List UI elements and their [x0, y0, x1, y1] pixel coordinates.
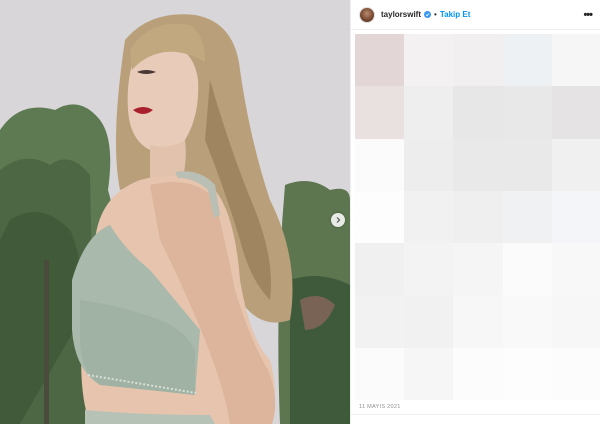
- blur-tile: [502, 347, 552, 400]
- avatar[interactable]: [359, 6, 375, 23]
- blur-tile: [551, 243, 600, 296]
- username-link[interactable]: taylorswift: [381, 10, 421, 19]
- blur-tile: [453, 34, 503, 87]
- blur-tile: [453, 190, 503, 244]
- follow-button[interactable]: Takip Et: [440, 10, 471, 19]
- blur-tile: [453, 243, 503, 296]
- verified-badge-icon: [424, 11, 432, 18]
- blur-tile: [355, 295, 405, 348]
- blur-tile: [355, 86, 405, 139]
- blur-tile: [502, 138, 552, 191]
- post-date: 11 MAYIS 2021: [359, 404, 401, 410]
- header-separator: •: [434, 10, 437, 19]
- blur-tile: [404, 34, 454, 87]
- blur-tile: [355, 243, 405, 296]
- post-header: taylorswift • Takip Et •••: [351, 0, 600, 30]
- blur-tile: [551, 86, 600, 139]
- comments-area-blurred: [355, 34, 600, 400]
- blur-tile: [551, 34, 600, 87]
- blur-tile: [355, 190, 405, 244]
- blur-tile: [551, 138, 600, 191]
- blur-tile: [551, 295, 600, 348]
- blur-tile: [355, 347, 405, 400]
- post-photo: [0, 0, 350, 424]
- blur-tile: [551, 347, 600, 400]
- blur-tile: [502, 243, 552, 296]
- blur-tile: [502, 190, 552, 244]
- blur-tile: [355, 138, 405, 191]
- blur-tile: [453, 295, 503, 348]
- blur-tile: [355, 34, 405, 87]
- more-options-icon[interactable]: •••: [583, 9, 593, 21]
- blur-tile: [453, 347, 503, 400]
- post-panel: taylorswift • Takip Et ••• 11 MAYIS 2021: [350, 0, 600, 424]
- post-media: [0, 0, 350, 424]
- blur-tile: [404, 295, 454, 348]
- chevron-right-icon: [336, 217, 341, 223]
- blur-tile: [404, 190, 454, 244]
- blur-tile: [404, 347, 454, 400]
- blur-tile: [502, 295, 552, 348]
- blur-tile: [404, 243, 454, 296]
- divider: [351, 414, 600, 415]
- next-slide-button[interactable]: [331, 213, 345, 227]
- blur-tile: [404, 138, 454, 191]
- blur-tile: [453, 138, 503, 191]
- blur-tile: [502, 34, 552, 87]
- blurred-mosaic: [355, 34, 600, 400]
- blur-tile: [551, 190, 600, 244]
- blur-tile: [453, 86, 503, 139]
- blur-tile: [404, 86, 454, 139]
- blur-tile: [502, 86, 552, 139]
